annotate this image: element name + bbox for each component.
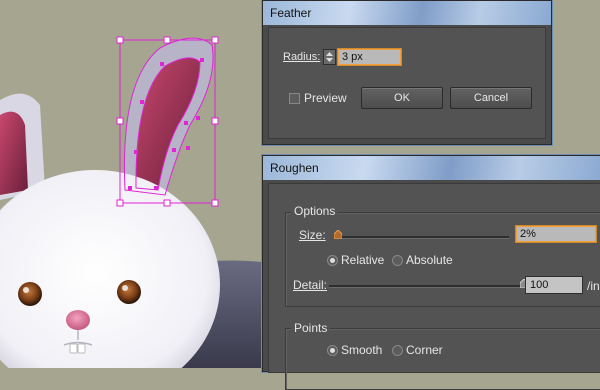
detail-unit: /in xyxy=(587,279,600,293)
right-eye xyxy=(117,280,141,304)
corner-radio[interactable] xyxy=(392,345,403,356)
size-label: Size: xyxy=(299,228,326,242)
left-eye xyxy=(18,282,42,306)
detail-label: Detail: xyxy=(293,278,328,292)
detail-input[interactable]: 100 xyxy=(525,276,583,294)
smooth-label: Smooth xyxy=(341,343,383,357)
nose xyxy=(66,310,90,330)
relative-radio[interactable] xyxy=(327,255,338,266)
corner-label: Corner xyxy=(406,343,443,357)
ok-button[interactable]: OK xyxy=(361,87,443,109)
preview-checkbox[interactable] xyxy=(289,93,300,104)
smooth-radio[interactable] xyxy=(327,345,338,356)
options-group-label: Options xyxy=(291,204,339,218)
feather-dialog: Feather Radius: 3 px Preview OK Cancel xyxy=(262,0,552,145)
radius-spinner-arrows[interactable] xyxy=(323,49,336,65)
relative-label: Relative xyxy=(341,253,385,267)
feather-dialog-title: Feather xyxy=(263,1,551,25)
points-group xyxy=(285,328,600,390)
feather-dialog-body: Radius: 3 px Preview OK Cancel xyxy=(268,27,546,139)
cancel-button[interactable]: Cancel xyxy=(450,87,532,109)
size-input[interactable]: 2% xyxy=(515,225,597,243)
size-slider-thumb[interactable] xyxy=(334,230,343,239)
size-slider-track[interactable] xyxy=(335,236,509,239)
points-group-label: Points xyxy=(291,321,331,335)
bunny-head xyxy=(0,170,220,368)
absolute-label: Absolute xyxy=(406,253,453,267)
detail-slider-track[interactable] xyxy=(329,285,524,288)
teeth xyxy=(69,343,78,354)
roughen-dialog-title: Roughen xyxy=(263,156,600,180)
roughen-dialog: Roughen Options Size: 2% Relative Absolu… xyxy=(262,155,600,390)
roughen-dialog-body: Options Size: 2% Relative Absolute Detai… xyxy=(268,183,600,390)
radius-input[interactable]: 3 px xyxy=(337,48,402,66)
absolute-radio[interactable] xyxy=(392,255,403,266)
radius-label: Radius: xyxy=(283,51,321,63)
preview-label: Preview xyxy=(304,91,347,105)
